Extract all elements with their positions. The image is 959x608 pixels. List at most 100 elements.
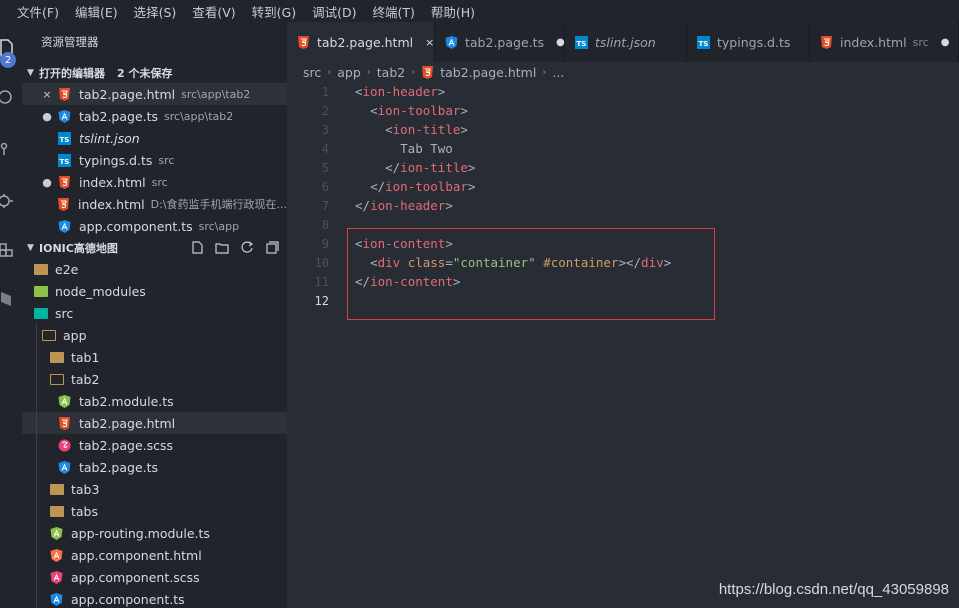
line-number: 9 bbox=[321, 236, 329, 251]
new-file-icon[interactable] bbox=[190, 241, 204, 255]
code-line[interactable]: 6 </ion-toolbar> bbox=[287, 177, 959, 196]
close-tab-icon[interactable]: × bbox=[425, 36, 434, 49]
unsaved-dot-icon[interactable]: ● bbox=[40, 110, 54, 123]
folder-src-icon bbox=[34, 307, 48, 319]
open-editor-item[interactable]: ● tab2.page.ts src\app\tab2 bbox=[22, 105, 287, 127]
refresh-icon[interactable] bbox=[240, 241, 254, 255]
code-text: </ion-toolbar> bbox=[370, 179, 476, 194]
editor-tab[interactable]: TS tslint.json bbox=[565, 22, 687, 62]
unsaved-badge: 2 bbox=[0, 52, 16, 68]
menu-item[interactable]: 调试(D) bbox=[312, 2, 356, 21]
tree-folder[interactable]: tab2 bbox=[22, 368, 287, 390]
breadcrumb-item[interactable]: app bbox=[337, 65, 361, 80]
tree-folder[interactable]: src bbox=[22, 302, 287, 324]
menu-item[interactable]: 转到(G) bbox=[252, 2, 296, 21]
editor-tab[interactable]: tab2.page.html × bbox=[287, 22, 435, 62]
indent-guide bbox=[36, 368, 37, 390]
indent-guide bbox=[36, 500, 37, 522]
tree-item-label: node_modules bbox=[55, 283, 146, 299]
unsaved-dot-icon[interactable]: ● bbox=[556, 37, 565, 48]
search-icon[interactable] bbox=[0, 86, 14, 108]
tree-item-label: tab3 bbox=[71, 481, 100, 497]
open-editors-list: × tab2.page.html src\app\tab2 ● tab2.page.ts… bbox=[22, 83, 287, 237]
code-line[interactable]: 5 </ion-title> bbox=[287, 158, 959, 177]
chevron-right-icon: › bbox=[542, 66, 547, 78]
code-editor[interactable]: 1 <ion-header> 2 <ion-toolbar> 3 <ion-title… bbox=[287, 82, 959, 608]
tree-folder[interactable]: app bbox=[22, 324, 287, 346]
tree-file[interactable]: app-routing.module.ts bbox=[22, 522, 287, 544]
menu-item[interactable]: 终端(T) bbox=[372, 2, 414, 21]
source-control-icon[interactable] bbox=[0, 138, 14, 160]
tree-file[interactable]: app.component.html bbox=[22, 544, 287, 566]
tree-file[interactable]: app.component.ts bbox=[22, 588, 287, 608]
tree-item-label: src bbox=[55, 305, 74, 321]
open-editor-item[interactable]: × tab2.page.html src\app\tab2 bbox=[22, 83, 287, 105]
file-name: typings.d.ts bbox=[79, 152, 153, 168]
editor-tab[interactable]: index.html src ● bbox=[810, 22, 959, 62]
tree-item-label: app bbox=[63, 327, 87, 343]
typescript-icon: TS bbox=[58, 131, 71, 145]
debug-icon[interactable] bbox=[0, 190, 14, 212]
indent-guide bbox=[36, 434, 37, 456]
typescript-icon: TS bbox=[58, 153, 71, 167]
menu-item[interactable]: 查看(V) bbox=[192, 2, 235, 21]
file-path: src\app\tab2 bbox=[181, 87, 251, 101]
breadcrumb-item[interactable]: src bbox=[303, 65, 321, 80]
tree-file[interactable]: tab2.module.ts bbox=[22, 390, 287, 412]
tree-file[interactable]: tab2.page.html bbox=[22, 412, 287, 434]
html5-icon bbox=[421, 65, 434, 79]
extensions-icon[interactable] bbox=[0, 238, 14, 260]
unsaved-dot-icon[interactable]: ● bbox=[941, 37, 950, 48]
close-icon[interactable]: × bbox=[40, 88, 54, 101]
tree-item-label: tab2.page.html bbox=[79, 415, 176, 431]
tree-file[interactable]: app.component.scss bbox=[22, 566, 287, 588]
breadcrumb-item[interactable]: tab2.page.html bbox=[440, 65, 536, 80]
tree-folder[interactable]: tabs bbox=[22, 500, 287, 522]
code-line[interactable]: 3 <ion-title> bbox=[287, 120, 959, 139]
editor-tab[interactable]: tab2.page.ts ● bbox=[435, 22, 565, 62]
code-line[interactable]: 1 <ion-header> bbox=[287, 82, 959, 101]
project-header[interactable]: ▼ IONIC高德地图 bbox=[22, 237, 287, 258]
file-path: src bbox=[151, 175, 168, 189]
project-label: IONIC高德地图 bbox=[39, 241, 118, 255]
angular-icon bbox=[445, 35, 458, 49]
code-text: <ion-toolbar> bbox=[370, 103, 468, 118]
collapse-all-icon[interactable] bbox=[265, 241, 279, 255]
code-line[interactable]: 4 Tab Two bbox=[287, 139, 959, 158]
html5-icon bbox=[58, 87, 71, 101]
tree-folder[interactable]: tab3 bbox=[22, 478, 287, 500]
menu-item[interactable]: 编辑(E) bbox=[75, 2, 118, 21]
tree-folder[interactable]: node_modules bbox=[22, 280, 287, 302]
svg-text:TS: TS bbox=[699, 40, 709, 48]
svg-text:TS: TS bbox=[60, 158, 70, 166]
code-line[interactable]: 7 </ion-header> bbox=[287, 196, 959, 215]
menu-item[interactable]: 选择(S) bbox=[134, 2, 177, 21]
chevron-down-icon: ▼ bbox=[27, 67, 34, 78]
unsaved-dot-icon[interactable]: ● bbox=[40, 176, 54, 189]
breadcrumb-item[interactable]: tab2 bbox=[377, 65, 405, 80]
file-path: src bbox=[158, 153, 175, 167]
breadcrumb-item[interactable]: ... bbox=[552, 65, 564, 80]
angular-icon bbox=[58, 460, 71, 474]
tree-item-label: e2e bbox=[55, 261, 79, 277]
tree-file[interactable]: tab2.page.ts bbox=[22, 456, 287, 478]
open-editor-item[interactable]: ● index.html src bbox=[22, 171, 287, 193]
chevron-right-icon: › bbox=[411, 66, 416, 78]
indent-guide bbox=[36, 412, 37, 434]
code-line[interactable]: 2 <ion-toolbar> bbox=[287, 101, 959, 120]
editor-tab[interactable]: TS typings.d.ts bbox=[687, 22, 810, 62]
open-editor-item[interactable]: TS typings.d.ts src bbox=[22, 149, 287, 171]
open-editors-header[interactable]: ▼ 打开的编辑器 2 个未保存 bbox=[22, 62, 287, 83]
svg-text:TS: TS bbox=[577, 40, 587, 48]
open-editor-item[interactable]: TS tslint.json bbox=[22, 127, 287, 149]
remote-icon[interactable] bbox=[0, 286, 14, 308]
tree-file[interactable]: tab2.page.scss bbox=[22, 434, 287, 456]
tree-folder[interactable]: tab1 bbox=[22, 346, 287, 368]
tab-label: tab2.page.ts bbox=[465, 34, 545, 50]
tree-folder[interactable]: e2e bbox=[22, 258, 287, 280]
menu-item[interactable]: 文件(F) bbox=[17, 2, 59, 21]
open-editor-item[interactable]: index.html D:\食药监手机端行政现在... bbox=[22, 193, 287, 215]
new-folder-icon[interactable] bbox=[215, 241, 229, 255]
menu-item[interactable]: 帮助(H) bbox=[431, 2, 475, 21]
open-editor-item[interactable]: app.component.ts src\app bbox=[22, 215, 287, 237]
